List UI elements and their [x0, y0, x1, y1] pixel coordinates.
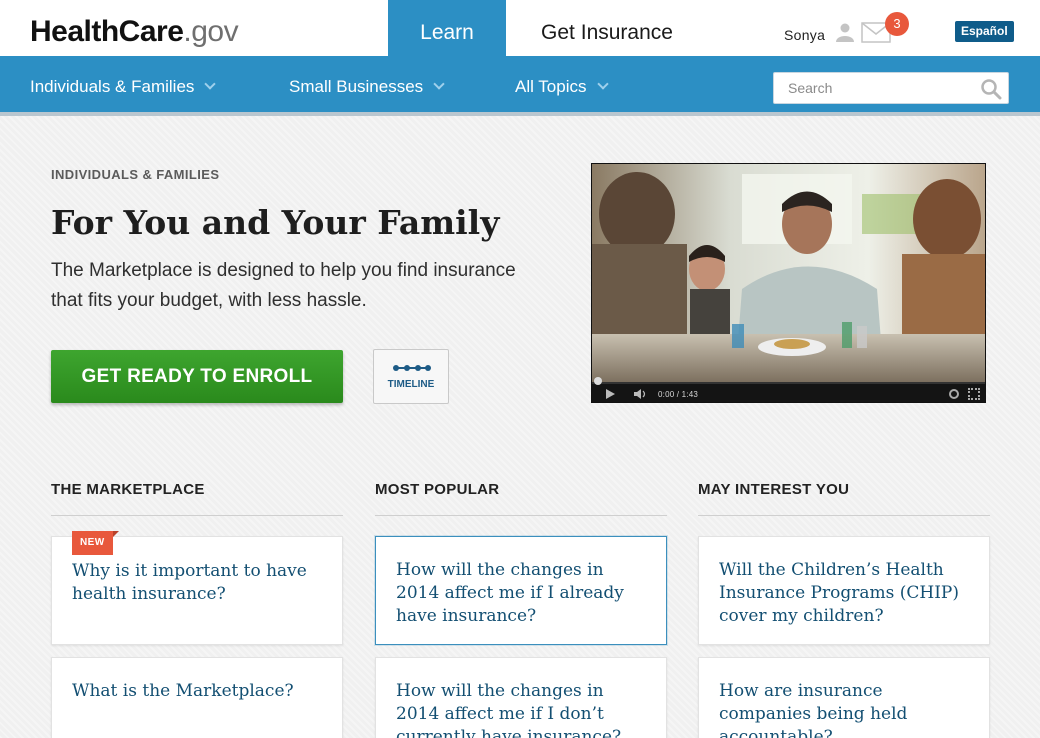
espanol-button[interactable]: Español [955, 21, 1014, 42]
nav-label: All Topics [515, 77, 587, 96]
top-bar: HealthCare.gov Learn Get Insurance Sonya… [0, 0, 1040, 56]
family-dinner-video-still [592, 164, 985, 384]
video-scrubber-handle[interactable] [594, 377, 602, 385]
column-heading-may-interest-you: MAY INTEREST YOU [698, 481, 990, 516]
question-link[interactable]: How will the changes in 2014 affect me i… [396, 680, 646, 738]
nav-small-businesses[interactable]: Small Businesses [289, 77, 445, 97]
question-card[interactable]: NEW Why is it important to have health i… [51, 531, 343, 645]
nav-individuals-families[interactable]: Individuals & Families [30, 77, 217, 97]
section-eyebrow: INDIVIDUALS & FAMILIES [51, 167, 220, 182]
user-name[interactable]: Sonya [784, 27, 825, 43]
tab-learn[interactable]: Learn [388, 0, 506, 56]
column-heading-most-popular: MOST POPULAR [375, 481, 667, 516]
column-heading-marketplace: THE MARKETPLACE [51, 481, 343, 516]
question-link[interactable]: How are insurance companies being held a… [719, 680, 969, 738]
nav-all-topics[interactable]: All Topics [515, 77, 609, 97]
fullscreen-icon[interactable] [968, 388, 980, 400]
healthcare-gov-logo[interactable]: HealthCare.gov [30, 14, 239, 50]
chevron-down-icon [433, 78, 445, 90]
volume-icon[interactable] [634, 389, 648, 399]
tab-get-insurance[interactable]: Get Insurance [520, 0, 694, 56]
search-input[interactable] [774, 73, 974, 103]
video-player[interactable]: 0:00 / 1:43 [591, 163, 986, 403]
user-icon[interactable] [835, 22, 855, 42]
question-link[interactable]: Will the Children’s Health Insurance Pro… [719, 559, 969, 628]
settings-icon[interactable] [949, 389, 959, 399]
page-title: For You and Your Family [51, 203, 500, 242]
question-card[interactable]: How are insurance companies being held a… [698, 657, 990, 738]
question-card[interactable]: How will the changes in 2014 affect me i… [375, 657, 667, 738]
timeline-button[interactable]: TIMELINE [373, 349, 449, 404]
search-box [773, 72, 1009, 104]
timeline-label: TIMELINE [387, 379, 435, 390]
video-time: 0:00 / 1:43 [658, 390, 699, 399]
question-card[interactable]: What is the Marketplace? [51, 657, 343, 738]
question-link[interactable]: What is the Marketplace? [72, 680, 322, 703]
get-ready-to-enroll-button[interactable]: GET READY TO ENROLL [51, 350, 343, 403]
video-controls: 0:00 / 1:43 [592, 377, 985, 402]
video-progress-bar[interactable] [592, 377, 985, 385]
logo-tld: .gov [183, 15, 239, 48]
logo-brand: HealthCare [30, 15, 184, 48]
question-card[interactable]: Will the Children’s Health Insurance Pro… [698, 536, 990, 645]
nav-label: Individuals & Families [30, 77, 195, 96]
question-link[interactable]: Why is it important to have health insur… [72, 560, 322, 606]
mail-count-badge[interactable]: 3 [885, 12, 909, 36]
new-badge: NEW [72, 531, 118, 555]
main-nav: Individuals & Families Small Businesses … [0, 56, 1040, 116]
search-icon[interactable] [980, 78, 1002, 100]
question-card-focused[interactable]: How will the changes in 2014 affect me i… [375, 536, 667, 645]
page-description: The Marketplace is designed to help you … [51, 260, 516, 311]
chevron-down-icon [596, 78, 609, 90]
timeline-icon [393, 365, 431, 371]
chevron-down-icon [204, 78, 217, 90]
question-link[interactable]: How will the changes in 2014 affect me i… [396, 559, 646, 628]
play-icon[interactable] [606, 389, 615, 399]
nav-label: Small Businesses [289, 77, 424, 96]
